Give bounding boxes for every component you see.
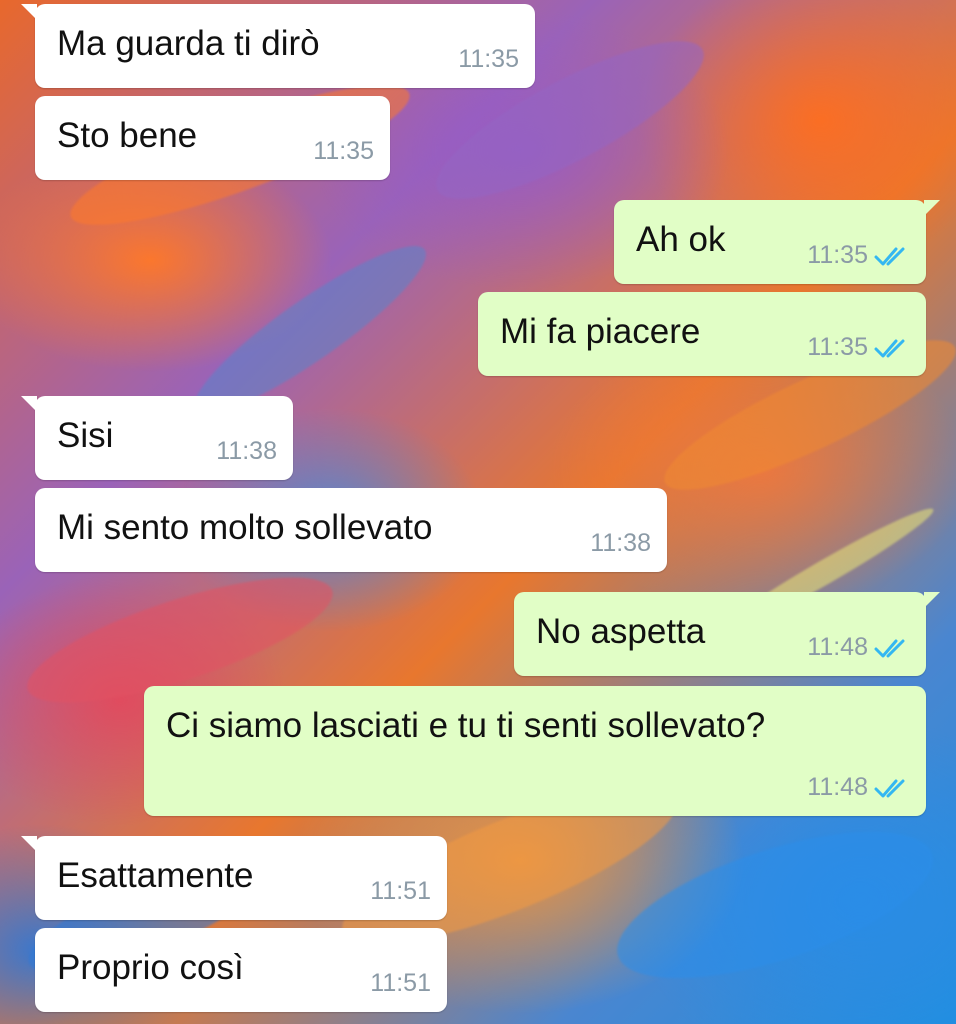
message-meta: 11:38 <box>590 531 651 556</box>
message-meta: 11:51 <box>370 971 431 996</box>
message-text: Proprio così <box>57 948 244 987</box>
message-time: 11:51 <box>370 877 431 905</box>
message-bubble[interactable]: Sisi 11:38 <box>21 396 293 480</box>
message-time: 11:35 <box>313 137 374 165</box>
message-text: No aspetta <box>536 612 706 651</box>
message-bubble[interactable]: Ma guarda ti dirò 11:35 <box>21 4 535 88</box>
message-text: Mi fa piacere <box>500 312 701 351</box>
double-check-icon <box>874 339 905 357</box>
message-meta: 11:35 <box>458 47 519 72</box>
message-bubble[interactable]: Sto bene 11:35 <box>35 96 390 180</box>
message-bubble[interactable]: Ci siamo lasciati e tu ti senti sollevat… <box>144 686 926 816</box>
double-check-icon <box>874 779 905 797</box>
message-text: Ci siamo lasciati e tu ti senti sollevat… <box>166 706 766 745</box>
message-bubble[interactable]: Proprio così 11:51 <box>35 928 447 1012</box>
message-text: Ma guarda ti dirò <box>57 24 320 63</box>
message-time: 11:48 <box>807 773 868 801</box>
message-meta: 11:35 <box>807 243 910 268</box>
double-check-icon <box>874 639 905 657</box>
message-meta: 11:38 <box>216 439 277 464</box>
message-time: 11:35 <box>807 333 868 361</box>
message-meta: 11:51 <box>370 879 431 904</box>
message-text: Sisi <box>57 416 114 455</box>
message-bubble[interactable]: Esattamente 11:51 <box>21 836 447 920</box>
message-time: 11:51 <box>370 969 431 997</box>
message-text: Mi sento molto sollevato <box>57 508 433 547</box>
message-meta: 11:35 <box>807 335 910 360</box>
message-time: 11:35 <box>458 45 519 73</box>
message-meta: 11:48 <box>807 635 910 660</box>
message-bubble[interactable]: Ah ok 11:35 <box>614 200 940 284</box>
message-time: 11:38 <box>590 529 651 557</box>
message-bubble[interactable]: Mi fa piacere 11:35 <box>478 292 926 376</box>
message-text: Ah ok <box>636 220 726 259</box>
message-time: 11:38 <box>216 437 277 465</box>
message-bubble[interactable]: No aspetta 11:48 <box>514 592 940 676</box>
message-meta: 11:48 <box>807 775 910 800</box>
message-text: Sto bene <box>57 116 198 155</box>
message-meta: 11:35 <box>313 139 374 164</box>
message-time: 11:48 <box>807 633 868 661</box>
message-bubble[interactable]: Mi sento molto sollevato 11:38 <box>35 488 667 572</box>
message-text: Esattamente <box>57 856 254 895</box>
double-check-icon <box>874 247 905 265</box>
message-time: 11:35 <box>807 241 868 269</box>
